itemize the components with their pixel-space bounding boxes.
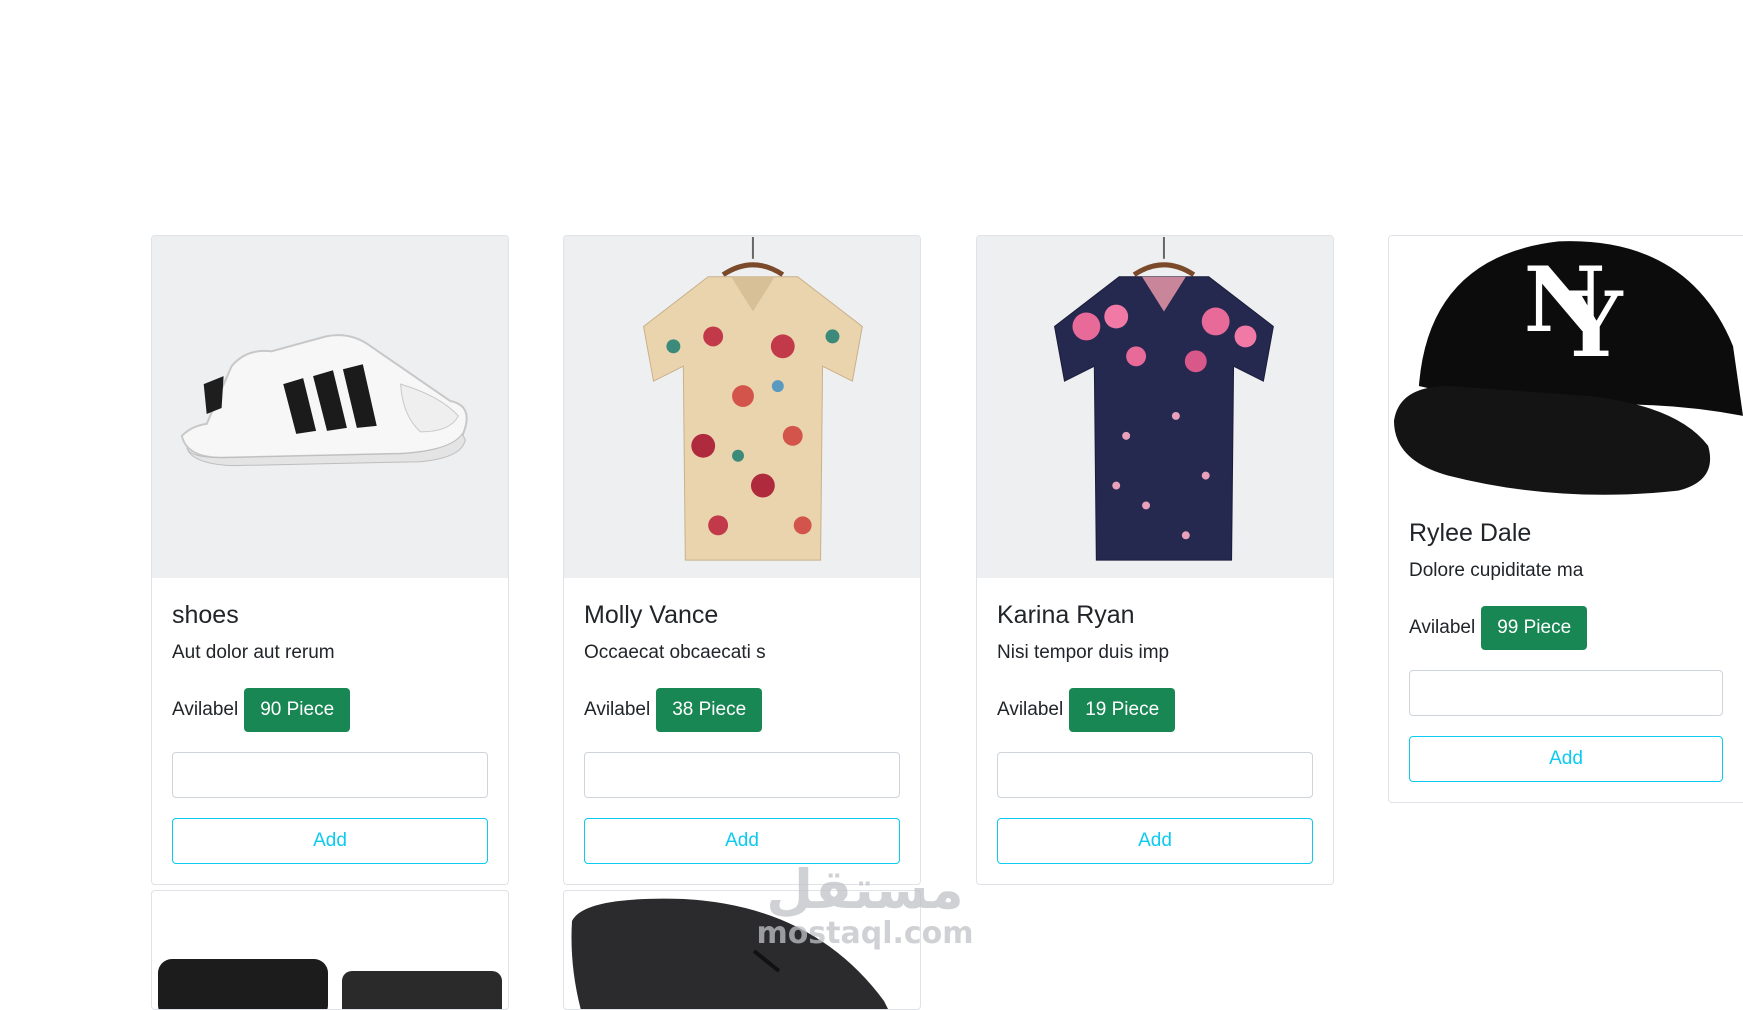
- product-card: [563, 890, 921, 1010]
- product-card: Molly Vance Occaecat obcaecati s Avilabe…: [563, 235, 921, 885]
- availability-label: Avilabel: [997, 699, 1064, 720]
- quantity-input[interactable]: [172, 752, 488, 798]
- availability-label: Avilabel: [172, 699, 239, 720]
- product-card: shoes Aut dolor aut rerum Avilabel 90 Pi…: [151, 235, 509, 885]
- product-image-floral-shirt: [564, 236, 920, 578]
- product-description: Aut dolor aut rerum: [172, 642, 335, 663]
- stock-badge: 19 Piece: [1069, 688, 1176, 732]
- availability-row: Avilabel 99 Piece: [1409, 606, 1723, 650]
- add-button[interactable]: Add: [584, 818, 900, 864]
- stock-badge: 99 Piece: [1481, 606, 1588, 650]
- product-card: [151, 890, 509, 1010]
- product-description: Dolore cupiditate ma: [1409, 560, 1584, 581]
- product-title: Karina Ryan: [997, 601, 1135, 629]
- quantity-input[interactable]: [1409, 670, 1723, 716]
- add-button[interactable]: Add: [997, 818, 1313, 864]
- product-description: Nisi tempor duis imp: [997, 642, 1170, 663]
- availability-label: Avilabel: [1409, 617, 1476, 638]
- product-image-camera: [152, 891, 508, 1009]
- product-card: Karina Ryan Nisi tempor duis imp Avilabe…: [976, 235, 1334, 885]
- product-image-baseball-cap: N Y: [1389, 236, 1743, 518]
- add-button[interactable]: Add: [1409, 736, 1723, 782]
- product-description: Occaecat obcaecati s: [584, 642, 766, 663]
- product-image-navy-floral-shirt: [977, 236, 1333, 578]
- product-title: Molly Vance: [584, 601, 719, 629]
- add-button[interactable]: Add: [172, 818, 488, 864]
- availability-label: Avilabel: [584, 699, 651, 720]
- stock-badge: 38 Piece: [656, 688, 763, 732]
- product-image-mouse: [564, 891, 920, 1009]
- svg-text:Y: Y: [1558, 273, 1624, 378]
- availability-row: Avilabel 90 Piece: [172, 688, 488, 732]
- availability-row: Avilabel 38 Piece: [584, 688, 900, 732]
- availability-row: Avilabel 19 Piece: [997, 688, 1313, 732]
- quantity-input[interactable]: [584, 752, 900, 798]
- stock-badge: 90 Piece: [244, 688, 351, 732]
- product-image-sneaker: [152, 236, 508, 578]
- product-title: shoes: [172, 601, 239, 629]
- product-title: Rylee Dale: [1409, 519, 1532, 547]
- product-card: N Y Rylee Dale Dolore cupiditate ma Avil…: [1388, 235, 1743, 803]
- quantity-input[interactable]: [997, 752, 1313, 798]
